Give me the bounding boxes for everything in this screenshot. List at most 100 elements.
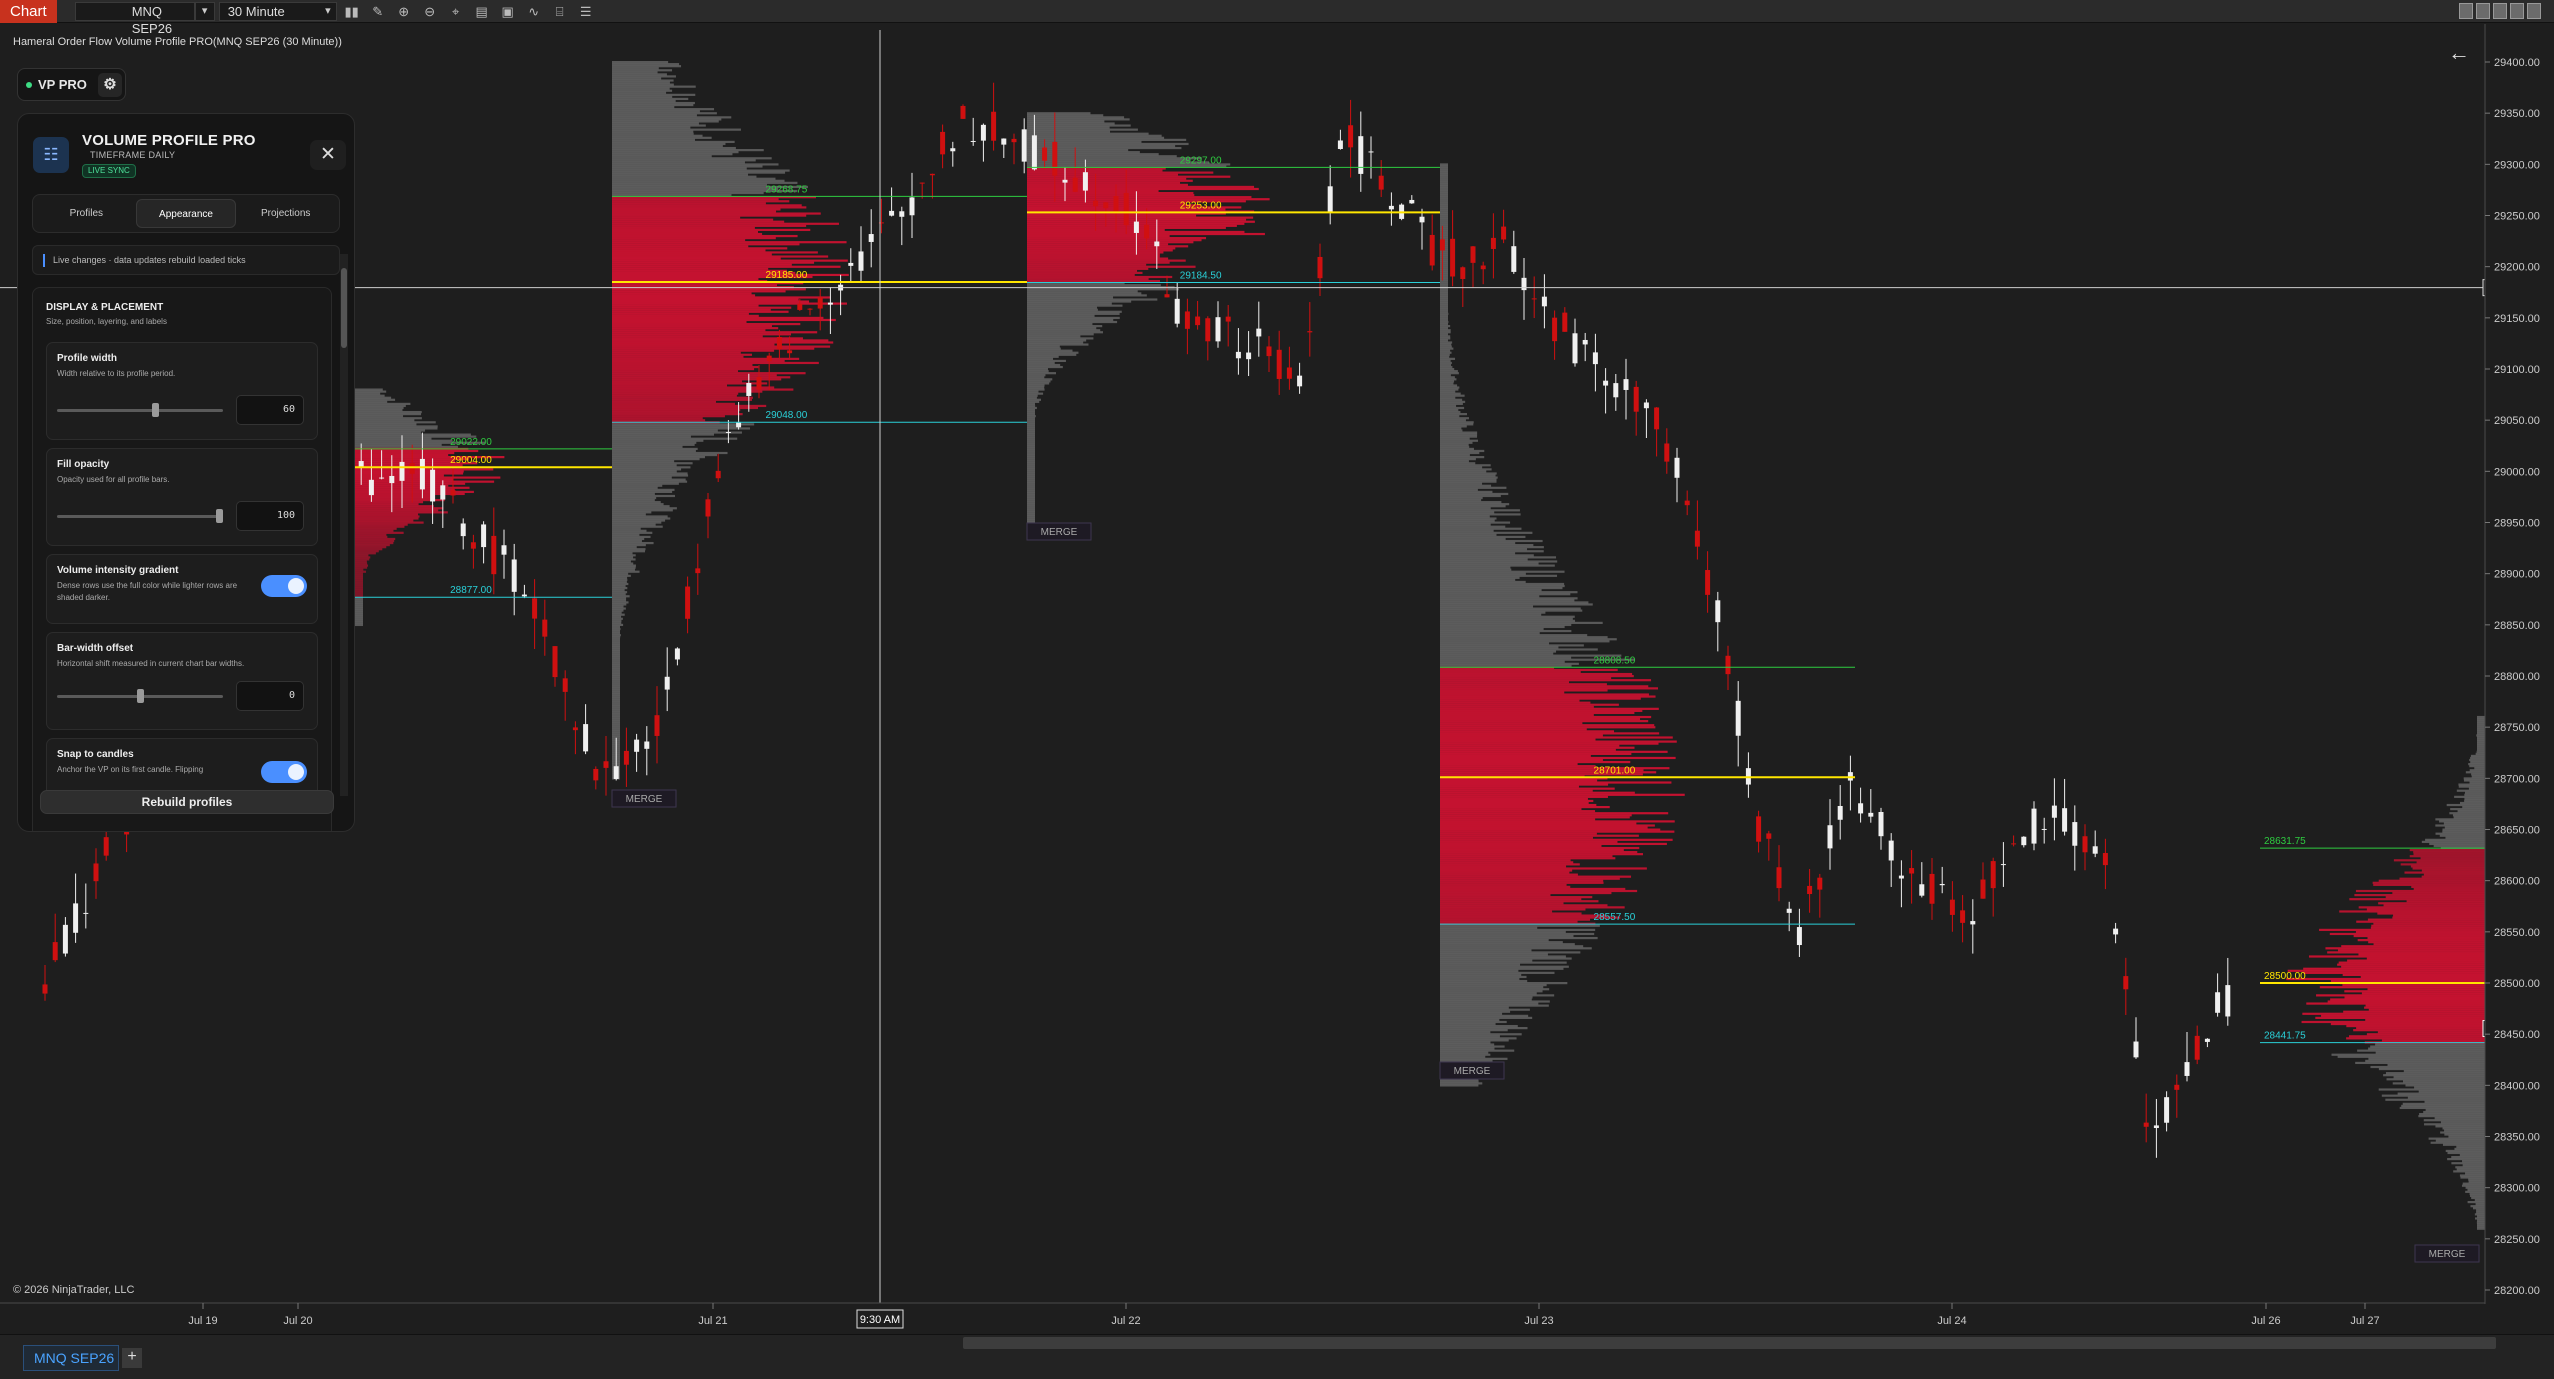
volume-profile-bar — [612, 564, 636, 567]
volume-profile-bar — [2477, 722, 2485, 725]
add-tab-button[interactable]: + — [122, 1348, 142, 1368]
panel-scrollbar[interactable] — [340, 254, 348, 796]
back-arrow-icon[interactable]: ← — [2448, 40, 2470, 66]
volume-profile-bar — [612, 531, 653, 534]
profile-width-slider[interactable] — [57, 403, 223, 417]
candle-body — [542, 619, 548, 637]
volume-profile-bar — [1440, 979, 1528, 983]
volume-profile-bar — [1027, 267, 1149, 270]
volume-profile-bar — [2476, 734, 2485, 737]
profile-width-slider-handle[interactable] — [152, 403, 160, 417]
volume-profile-bar — [1440, 224, 1448, 227]
volume-profile-bar — [1027, 249, 1173, 252]
fill-opacity-slider-handle[interactable] — [216, 509, 223, 523]
volume-profile-bar — [2385, 896, 2485, 899]
volume-profile-bar — [1440, 990, 1543, 993]
volume-gradient-toggle[interactable] — [261, 575, 307, 597]
volume-profile-bar — [1440, 423, 1474, 426]
volume-profile-bar — [612, 212, 821, 215]
candle-body — [1725, 655, 1731, 675]
price-chart[interactable]: 29022.0029004.0028877.0029268.7529185.00… — [0, 0, 2554, 1334]
volume-profile-bar — [2471, 773, 2485, 776]
volume-profile-bar — [1027, 384, 1045, 387]
volume-profile-bar — [612, 130, 694, 133]
snap-to-candles-toggle[interactable] — [261, 761, 307, 783]
volume-profile-bar — [2467, 1188, 2485, 1191]
volume-profile-bar — [355, 566, 368, 569]
volume-profile-bar — [1440, 496, 1483, 500]
volume-profile-bar — [2385, 1098, 2485, 1101]
candle-body — [511, 559, 517, 592]
tab-projections[interactable]: Projections — [236, 199, 335, 228]
volume-profile-bar — [355, 623, 363, 627]
volume-profile-bar — [1440, 908, 1586, 911]
volume-profile-bar — [1440, 263, 1448, 266]
volume-profile-bar — [612, 509, 673, 512]
volume-profile-bar — [1440, 443, 1469, 446]
tab-profiles[interactable]: Profiles — [37, 199, 136, 228]
volume-profile-bar — [1027, 517, 1035, 520]
fill-opacity-slider[interactable] — [57, 509, 223, 523]
volume-profile-bar — [612, 267, 769, 270]
volume-profile-bar — [355, 396, 392, 399]
volume-profile-bar — [612, 167, 747, 170]
rebuild-profiles-button[interactable]: Rebuild profiles — [40, 790, 334, 814]
horizontal-scrollbar[interactable] — [963, 1337, 2496, 1349]
candle-body — [1898, 875, 1904, 879]
bar-width-offset-slider[interactable] — [57, 689, 223, 703]
bar-width-offset-slider-handle[interactable] — [136, 689, 144, 703]
volume-profile-bar — [1440, 470, 1487, 473]
volume-profile-bar — [1440, 175, 1448, 178]
panel-scroll-thumb[interactable] — [341, 268, 347, 348]
volume-profile-bar — [612, 400, 716, 403]
candle-body — [1980, 879, 1986, 899]
volume-profile-bar — [1440, 642, 1550, 645]
tab-appearance[interactable]: Appearance — [135, 199, 237, 228]
volume-profile-bar — [612, 245, 749, 248]
profile-width-input[interactable]: 60 — [236, 395, 304, 425]
volume-profile-bar — [612, 648, 620, 651]
volume-profile-bar — [1440, 898, 1582, 901]
close-icon[interactable]: ✕ — [310, 140, 346, 170]
volume-profile-bar — [612, 226, 755, 229]
candle-body — [1939, 883, 1945, 886]
volume-profile-bar — [612, 273, 849, 277]
volume-profile-bar — [1440, 257, 1448, 260]
volume-profile-bar — [1440, 586, 1563, 590]
volume-profile-bar — [1440, 204, 1448, 207]
volume-profile-bar — [1027, 343, 1089, 346]
candle-body — [1501, 226, 1507, 240]
volume-profile-bar — [1027, 308, 1098, 311]
volume-profile-bar — [612, 204, 802, 207]
volume-profile-bar — [1027, 404, 1036, 408]
volume-profile-bar — [2457, 810, 2485, 813]
volume-profile-bar — [612, 288, 806, 291]
gear-icon[interactable]: ⚙ — [98, 73, 122, 97]
candle-body — [430, 469, 436, 502]
fill-opacity-input[interactable]: 100 — [236, 501, 304, 531]
volume-profile-bar — [612, 480, 688, 483]
volume-profile-bar — [1440, 415, 1460, 418]
bar-width-offset-input[interactable]: 0 — [236, 681, 304, 711]
candle-body — [552, 646, 558, 678]
volume-profile-bar — [1440, 967, 1564, 970]
volume-profile-bar — [1440, 355, 1450, 358]
volume-profile-bar — [1027, 325, 1103, 328]
instrument-tab[interactable]: MNQ SEP26 — [23, 1345, 119, 1371]
volume-profile-bar — [1027, 253, 1160, 256]
volume-profile-bar — [2424, 1123, 2485, 1126]
volume-profile-bar — [612, 705, 620, 708]
volume-profile-bar — [2477, 744, 2485, 747]
volume-profile-bar — [1440, 902, 1564, 905]
volume-profile-bar — [1440, 693, 1649, 696]
volume-profile-bar — [1440, 392, 1461, 395]
volume-profile-bar — [2451, 1155, 2485, 1159]
volume-profile-bar — [1440, 971, 1555, 974]
volume-profile-bar — [1027, 237, 1207, 240]
volume-profile-bar — [1027, 159, 1190, 162]
volume-profile-bar — [1440, 785, 1579, 788]
volume-profile-bar — [1027, 507, 1035, 510]
price-tick-label: 28550.00 — [2494, 927, 2540, 939]
volume-profile-bar — [612, 724, 620, 727]
vp-pro-toggle[interactable]: VP PRO ⚙ — [17, 68, 126, 101]
